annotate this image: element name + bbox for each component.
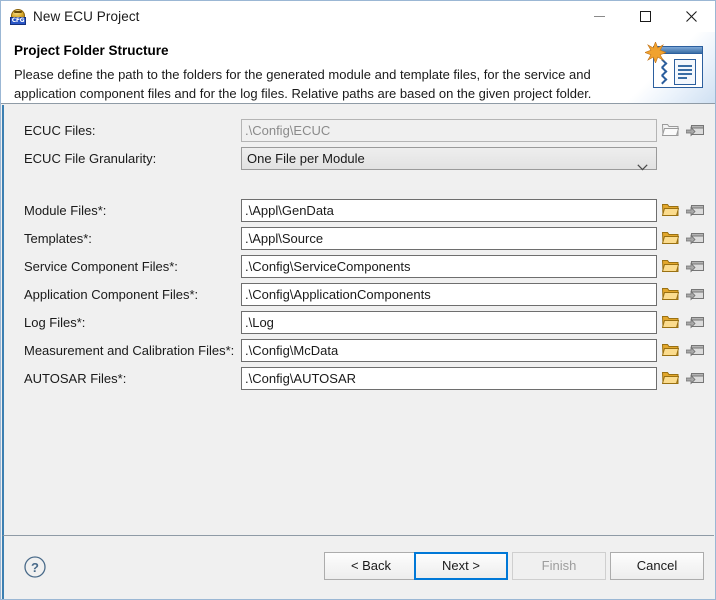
folder-variable-icon[interactable] [685, 283, 705, 303]
window-controls [576, 2, 714, 31]
next-button[interactable]: Next > [414, 552, 508, 580]
back-button[interactable]: < Back [324, 552, 418, 580]
form-panel: ECUC Files: ECUC File Granularity: On [2, 105, 714, 535]
input-ecuc-files [241, 119, 657, 142]
cancel-button[interactable]: Cancel [610, 552, 704, 580]
field-label: Module Files*: [24, 203, 107, 218]
folder-open-icon[interactable] [660, 199, 680, 219]
cfg-badge-label: CFG [10, 16, 26, 25]
svg-text:?: ? [31, 560, 39, 575]
field-label: Templates*: [24, 231, 92, 246]
folder-variable-icon[interactable] [685, 227, 705, 247]
cfg-ecu-icon: CFG [10, 8, 26, 25]
wizard-header: Project Folder Structure Please define t… [1, 32, 715, 104]
folder-open-icon[interactable] [660, 283, 680, 303]
starburst-icon [645, 42, 666, 63]
path-input[interactable] [241, 339, 657, 362]
folder-variable-icon-ecuc-files [685, 119, 705, 139]
field-label: Application Component Files*: [24, 287, 199, 302]
folder-open-icon[interactable] [660, 255, 680, 275]
label-ecuc-files: ECUC Files: [24, 123, 96, 138]
close-icon[interactable] [668, 2, 714, 31]
field-label: Measurement and Calibration Files*: [24, 343, 235, 358]
new-ecu-project-dialog: CFG New ECU Project Project Folder Struc… [0, 0, 716, 600]
folder-variable-icon[interactable] [685, 311, 705, 331]
path-input[interactable] [241, 227, 657, 250]
folder-variable-icon[interactable] [685, 199, 705, 219]
title-bar: CFG New ECU Project [1, 1, 715, 32]
folder-open-icon[interactable] [660, 227, 680, 247]
chevron-down-icon [637, 156, 648, 177]
path-input[interactable] [241, 199, 657, 222]
folder-open-icon[interactable] [660, 311, 680, 331]
combo-selected-value: One File per Module [247, 151, 365, 166]
folder-variable-icon[interactable] [685, 367, 705, 387]
help-question-icon[interactable]: ? [23, 555, 47, 579]
label-granularity: ECUC File Granularity: [24, 151, 157, 166]
page-description: Please define the path to the folders fo… [14, 67, 592, 101]
dialog-footer: ? < Back Next > Finish Cancel [2, 535, 714, 599]
folder-variable-icon[interactable] [685, 255, 705, 275]
field-label: Service Component Files*: [24, 259, 178, 274]
path-input[interactable] [241, 311, 657, 334]
path-input[interactable] [241, 283, 657, 306]
folder-open-icon[interactable] [660, 367, 680, 387]
folder-variable-icon[interactable] [685, 339, 705, 359]
maximize-icon[interactable] [622, 2, 668, 31]
folder-open-icon-ecuc-files [660, 119, 680, 139]
path-input[interactable] [241, 367, 657, 390]
page-title: Project Folder Structure [14, 43, 169, 58]
combo-ecuc-granularity[interactable]: One File per Module [241, 147, 657, 171]
path-input[interactable] [241, 255, 657, 278]
finish-button: Finish [512, 552, 606, 580]
field-label: AUTOSAR Files*: [24, 371, 127, 386]
field-label: Log Files*: [24, 315, 86, 330]
window-title: New ECU Project [33, 9, 140, 24]
minimize-icon[interactable] [576, 2, 622, 31]
wizard-banner-icon [623, 32, 715, 103]
folder-open-icon[interactable] [660, 339, 680, 359]
